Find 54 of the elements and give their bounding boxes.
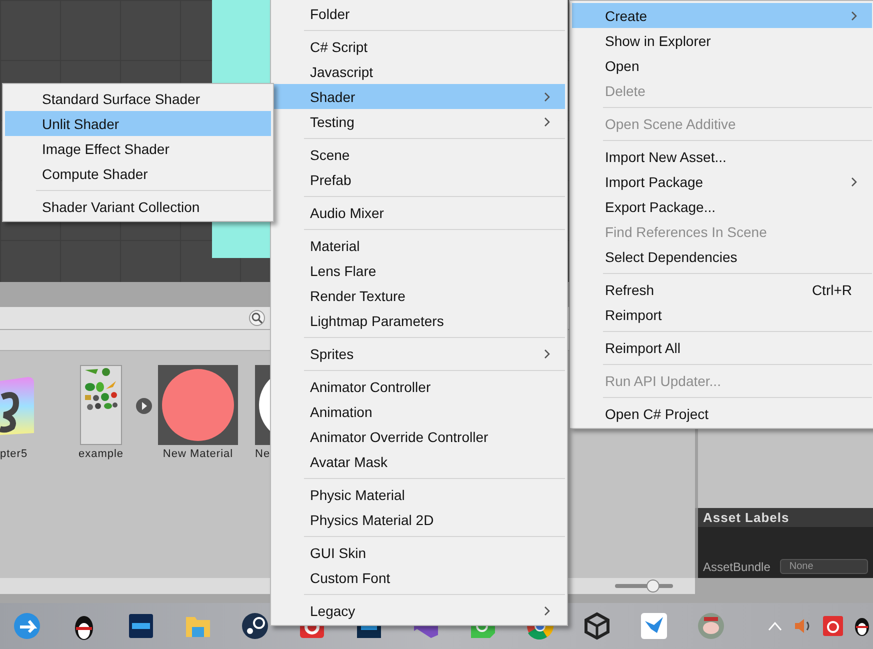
menu-item[interactable]: Physic Material — [273, 482, 565, 507]
menu-item[interactable]: Animator Controller — [273, 374, 565, 399]
asset-name[interactable]: New Material — [162, 448, 234, 460]
expand-icon[interactable] — [135, 397, 153, 415]
menu-item[interactable]: Export Package... — [572, 194, 872, 219]
menu-item[interactable]: Open — [572, 53, 872, 78]
menu-item[interactable]: Select Dependencies — [572, 244, 872, 269]
menu-item[interactable]: Folder — [273, 1, 565, 26]
menu-item[interactable]: Create — [572, 3, 872, 28]
menu-item[interactable]: Reimport All — [572, 335, 872, 360]
menu-item[interactable]: Unlit Shader — [5, 111, 271, 136]
menu-item[interactable]: Shader — [273, 84, 565, 109]
menu-item[interactable]: Physics Material 2D — [273, 507, 565, 532]
asset-name[interactable]: Ne — [255, 448, 270, 460]
field-label: AssetBundle — [703, 560, 770, 574]
search-field[interactable] — [249, 310, 265, 326]
menu-item[interactable]: Material — [273, 233, 565, 258]
menu-item[interactable]: Standard Surface Shader — [5, 86, 271, 111]
bird-icon[interactable] — [639, 611, 669, 641]
menu-item[interactable]: Legacy — [273, 598, 565, 623]
menu-item[interactable]: Audio Mixer — [273, 200, 565, 225]
penguin-icon[interactable] — [853, 616, 871, 636]
arrow-circle-icon[interactable] — [12, 611, 42, 641]
menu-item[interactable]: Prefab — [273, 167, 565, 192]
menu-item[interactable]: Custom Font — [273, 565, 565, 590]
menu-item[interactable]: Avatar Mask — [273, 449, 565, 474]
panel-title: Asset Labels — [698, 508, 873, 527]
menu-item[interactable]: Testing — [273, 109, 565, 134]
menu-item[interactable]: Javascript — [273, 59, 565, 84]
menu-item[interactable]: Lightmap Parameters — [273, 308, 565, 333]
zoom-slider[interactable] — [613, 579, 675, 593]
menu-item[interactable]: C# Script — [273, 34, 565, 59]
sprite-sheet-thumbnail[interactable] — [80, 365, 122, 445]
menu-item[interactable]: Animator Override Controller — [273, 424, 565, 449]
asset-bundle-dropdown[interactable]: None — [780, 559, 868, 574]
asset-name[interactable]: pter5 — [0, 448, 28, 460]
menu-item[interactable]: Shader Variant Collection — [5, 194, 271, 219]
menu-item[interactable]: Refresh Ctrl+R — [572, 277, 872, 302]
menu-item[interactable]: Reimport — [572, 302, 872, 327]
search-icon — [251, 312, 263, 324]
menu-item[interactable]: Image Effect Shader — [5, 136, 271, 161]
menu-item[interactable]: Show in Explorer — [572, 28, 872, 53]
menu-item[interactable]: Scene — [273, 142, 565, 167]
menu-item[interactable]: GUI Skin — [273, 540, 565, 565]
menu-item[interactable]: Import Package — [572, 169, 872, 194]
menu-item[interactable]: Render Texture — [273, 283, 565, 308]
asset-name[interactable]: example — [78, 448, 124, 460]
menu-item[interactable]: Open C# Project — [572, 401, 872, 426]
menu-item[interactable]: Lens Flare — [273, 258, 565, 283]
material-preview[interactable] — [158, 365, 238, 445]
menu-item[interactable]: Animation — [273, 399, 565, 424]
menu-item[interactable]: Compute Shader — [5, 161, 271, 186]
menu-item[interactable]: Import New Asset... — [572, 144, 872, 169]
menu-item[interactable]: Sprites — [273, 341, 565, 366]
